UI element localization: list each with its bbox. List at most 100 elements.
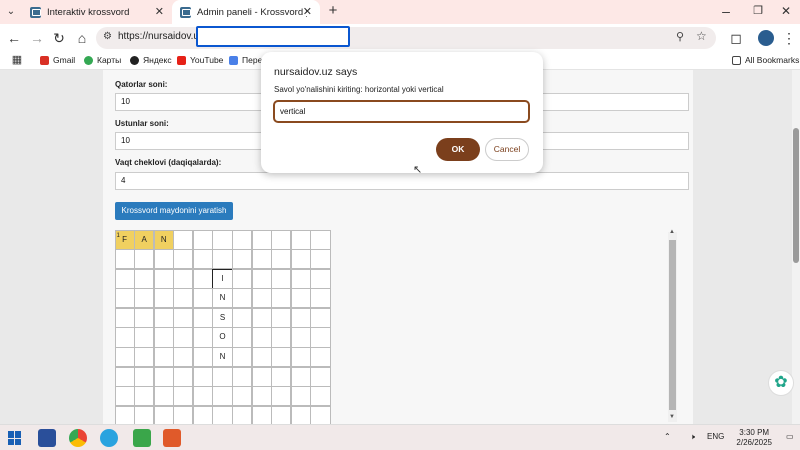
bookmark-youtube[interactable]: YouTube (177, 55, 223, 65)
notification-icon[interactable]: ▭ (786, 432, 794, 441)
grid-cell[interactable] (173, 268, 194, 289)
grid-cell[interactable] (251, 249, 272, 270)
grid-cell[interactable] (310, 288, 331, 309)
grid-cell[interactable] (271, 327, 292, 348)
grid-cell[interactable] (134, 249, 155, 270)
grid-cell[interactable] (290, 288, 311, 309)
profile-avatar[interactable] (758, 30, 774, 46)
camtasia-green-icon[interactable] (133, 429, 151, 447)
grid-cell[interactable] (271, 229, 292, 250)
bookmark-translate[interactable]: Пере (229, 55, 262, 65)
grid-cell[interactable] (173, 327, 194, 348)
grid-cell[interactable]: S (212, 307, 233, 328)
grid-cell[interactable] (134, 288, 155, 309)
grid-cell[interactable] (134, 405, 155, 424)
grid-cell[interactable] (310, 386, 331, 407)
taskbar-clock[interactable]: 3:30 PM 2/26/2025 (736, 428, 772, 448)
grid-cell[interactable] (192, 288, 213, 309)
grid-cell[interactable] (153, 268, 174, 289)
close-window-icon[interactable]: ✕ (777, 2, 795, 20)
grid-cell[interactable] (290, 229, 311, 250)
grid-cell[interactable] (134, 366, 155, 387)
ok-button[interactable]: OK (436, 138, 480, 161)
grid-cell[interactable] (310, 268, 331, 289)
grid-cell[interactable] (290, 327, 311, 348)
grid-cell[interactable] (271, 307, 292, 328)
grid-cell[interactable] (251, 366, 272, 387)
grid-cell[interactable]: N (212, 288, 233, 309)
minimize-window-icon[interactable]: – (717, 2, 735, 20)
grid-cell[interactable] (232, 327, 253, 348)
grid-cell[interactable]: 1F (114, 229, 135, 250)
grid-cell[interactable] (114, 366, 135, 387)
tab-interaktiv-krossvord[interactable]: Interaktiv krossvord ✕ (22, 0, 172, 24)
home-icon[interactable]: ⌂ (73, 29, 91, 47)
grid-cell[interactable] (251, 405, 272, 424)
grid-cell[interactable] (153, 327, 174, 348)
save-app-icon[interactable] (38, 429, 56, 447)
grid-cell[interactable] (192, 249, 213, 270)
cancel-button[interactable]: Cancel (485, 138, 529, 161)
grid-cell[interactable] (232, 386, 253, 407)
bookmark-maps[interactable]: Карты (84, 55, 121, 65)
grid-cell[interactable] (290, 307, 311, 328)
grid-cell[interactable] (310, 307, 331, 328)
grid-scrollbar-thumb[interactable] (669, 240, 676, 410)
grid-cell[interactable] (153, 405, 174, 424)
grid-cell[interactable]: O (212, 327, 233, 348)
grid-cell[interactable] (310, 249, 331, 270)
grid-cell[interactable] (232, 268, 253, 289)
dialog-input[interactable]: vertical (273, 100, 530, 123)
address-bar[interactable]: ⚙ https://nursaidov.uz ⚲ ☆ (96, 26, 716, 49)
url-edit-field[interactable] (196, 26, 350, 47)
grid-cell[interactable] (192, 386, 213, 407)
grid-cell[interactable] (173, 288, 194, 309)
close-tab-icon[interactable]: ✕ (303, 5, 312, 18)
grid-cell[interactable] (271, 386, 292, 407)
menu-dots-icon[interactable]: ⋮ (780, 29, 798, 47)
grid-cell[interactable] (212, 249, 233, 270)
site-info-icon[interactable]: ⚙ (103, 31, 112, 42)
grid-cell[interactable] (251, 307, 272, 328)
grid-cell[interactable]: N (212, 347, 233, 368)
telegram-icon[interactable] (100, 429, 118, 447)
grid-cell[interactable] (251, 327, 272, 348)
grid-cell[interactable] (134, 307, 155, 328)
time-limit-input[interactable]: 4 (115, 172, 689, 190)
close-tab-icon[interactable]: ✕ (155, 5, 164, 18)
restore-window-icon[interactable]: ❐ (749, 2, 767, 20)
grid-cell[interactable] (173, 366, 194, 387)
grid-cell[interactable] (192, 366, 213, 387)
grid-cell[interactable] (212, 229, 233, 250)
back-arrow-icon[interactable]: ← (5, 29, 23, 47)
grid-cell[interactable] (310, 347, 331, 368)
grid-cell[interactable] (153, 386, 174, 407)
apps-grid-icon[interactable]: ▦ (8, 53, 26, 67)
grid-cell[interactable] (114, 405, 135, 424)
grid-cell[interactable] (232, 288, 253, 309)
grid-cell[interactable] (114, 288, 135, 309)
grid-cell[interactable] (114, 386, 135, 407)
grid-cell[interactable] (251, 347, 272, 368)
grid-cell[interactable] (192, 307, 213, 328)
language-indicator[interactable]: ENG (707, 432, 724, 441)
grid-cell[interactable] (134, 268, 155, 289)
grid-cell[interactable] (134, 386, 155, 407)
grid-cell[interactable] (251, 268, 272, 289)
windows-start-icon[interactable] (8, 431, 22, 445)
tab-list-chevron-icon[interactable]: ⌄ (2, 3, 20, 21)
grid-cell[interactable] (290, 347, 311, 368)
bookmark-yandex[interactable]: Яндекс (130, 55, 172, 65)
grid-cell[interactable]: N (153, 229, 174, 250)
grid-cell[interactable] (134, 327, 155, 348)
grid-cell[interactable] (192, 347, 213, 368)
grid-cell[interactable] (232, 229, 253, 250)
camtasia-orange-icon[interactable] (163, 429, 181, 447)
tray-chevron-icon[interactable]: ⌃ (664, 432, 671, 441)
grid-cell[interactable] (271, 347, 292, 368)
generate-crossword-button[interactable]: Krossvord maydonini yaratish (115, 202, 233, 220)
grid-cell[interactable] (290, 386, 311, 407)
grid-cell[interactable] (290, 366, 311, 387)
speaker-icon[interactable]: 🕨 (690, 432, 695, 442)
grid-cell[interactable] (212, 405, 233, 424)
